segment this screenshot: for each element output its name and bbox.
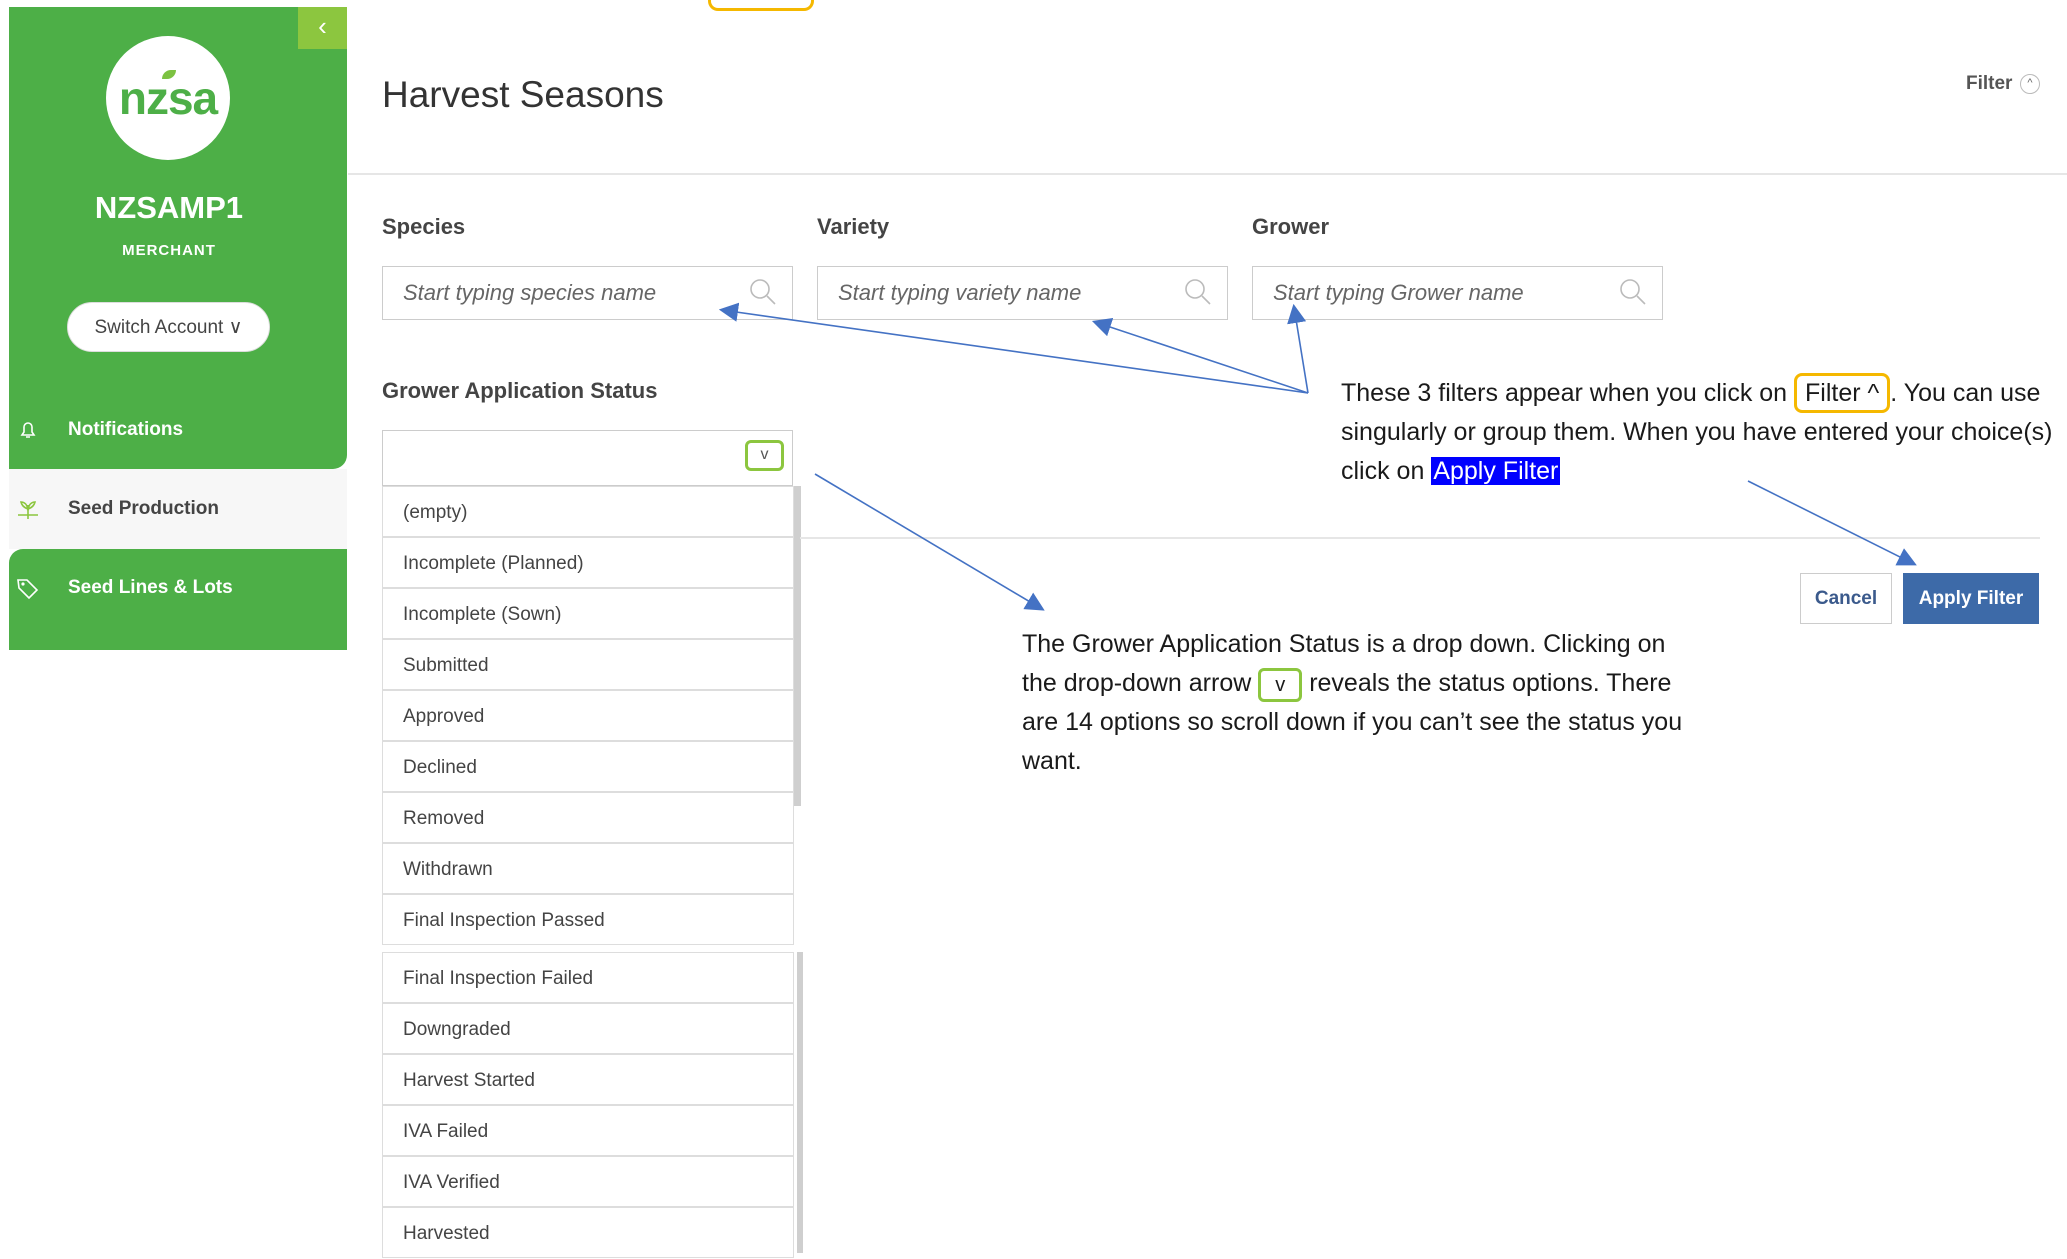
dropdown-option[interactable]: Declined <box>382 741 794 792</box>
arrow-to-variety <box>1091 317 1309 394</box>
sidebar-item-label: Seed Lines & Lots <box>68 577 233 598</box>
dropdown-scrollbar[interactable] <box>797 952 803 1253</box>
chevron-up-icon[interactable]: ^ <box>2020 74 2040 94</box>
sidebar-item-seed-lines-lots[interactable]: Seed Lines & Lots <box>14 576 334 600</box>
account-role: MERCHANT <box>122 242 216 259</box>
variety-input[interactable]: Start typing variety name <box>817 266 1228 320</box>
dropdown-option[interactable]: Harvest Started <box>382 1054 794 1105</box>
arrow-from-dropdown <box>814 473 1045 611</box>
search-icon <box>1620 279 1646 305</box>
dropdown-option[interactable]: Incomplete (Sown) <box>382 588 794 639</box>
dropdown-option[interactable]: Removed <box>382 792 794 843</box>
grower-input[interactable]: Start typing Grower name <box>1252 266 1663 320</box>
switch-account-button[interactable]: Switch Account ∨ <box>67 302 270 352</box>
species-input[interactable]: Start typing species name <box>382 266 793 320</box>
header-divider <box>348 173 2067 175</box>
arrow-to-species <box>718 302 1309 394</box>
dropdown-option[interactable]: IVA Verified <box>382 1156 794 1207</box>
dropdown-option[interactable]: IVA Failed <box>382 1105 794 1156</box>
search-icon <box>1185 279 1211 305</box>
cancel-button[interactable]: Cancel <box>1800 573 1892 624</box>
annotation-text: These 3 filters appear when you click on <box>1341 379 1788 407</box>
bell-icon <box>14 418 42 442</box>
annotation-dropdown: The Grower Application Status is a drop … <box>1022 625 1702 781</box>
annotation-arrow-box: v <box>1258 668 1303 702</box>
dropdown-option[interactable]: Submitted <box>382 639 794 690</box>
dropdown-option[interactable]: Final Inspection Failed <box>382 952 794 1003</box>
sidebar-item-notifications[interactable]: Notifications <box>14 418 334 442</box>
sidebar-item-seed-production[interactable]: Seed Production <box>14 497 334 521</box>
filter-divider <box>800 537 2040 539</box>
sidebar-item-label: Notifications <box>68 419 184 440</box>
status-label: Grower Application Status <box>382 378 658 403</box>
tag-icon <box>14 576 42 600</box>
dropdown-option[interactable]: Harvested <box>382 1207 794 1258</box>
collapse-sidebar-button[interactable]: ‹ <box>298 7 347 49</box>
chevron-down-icon[interactable]: v <box>745 440 784 471</box>
status-select[interactable] <box>382 430 793 486</box>
dropdown-option[interactable]: Final Inspection Passed <box>382 894 794 945</box>
filter-toggle-button[interactable]: Filter <box>1966 73 2012 95</box>
dropdown-scrollbar[interactable] <box>794 486 801 806</box>
annotation-filter-box: Filter ^ <box>1794 373 1891 413</box>
account-name: NZSAMP1 <box>94 190 244 225</box>
grower-placeholder: Start typing Grower name <box>1273 280 1524 305</box>
variety-placeholder: Start typing variety name <box>838 280 1082 305</box>
chevron-left-icon: ‹ <box>318 11 327 41</box>
sidebar-item-label: Seed Production <box>68 498 219 519</box>
dropdown-option[interactable]: Downgraded <box>382 1003 794 1054</box>
dropdown-option[interactable]: Approved <box>382 690 794 741</box>
arrow-to-apply <box>1747 480 1917 566</box>
species-placeholder: Start typing species name <box>403 280 657 305</box>
search-icon <box>750 279 776 305</box>
annotation-filters: These 3 filters appear when you click on… <box>1341 373 2061 491</box>
annotation-apply-highlight: Apply Filter <box>1431 457 1561 485</box>
apply-filter-button[interactable]: Apply Filter <box>1903 573 2039 624</box>
variety-label: Variety <box>817 214 890 239</box>
page-title: Harvest Seasons <box>382 74 664 115</box>
plant-icon <box>14 497 42 521</box>
dropdown-option[interactable]: Withdrawn <box>382 843 794 894</box>
species-label: Species <box>382 214 466 239</box>
dropdown-option[interactable]: (empty) <box>382 486 794 537</box>
annotation-highlight-box-remnant <box>708 0 814 11</box>
dropdown-option[interactable]: Incomplete (Planned) <box>382 537 794 588</box>
grower-label: Grower <box>1252 214 1330 239</box>
